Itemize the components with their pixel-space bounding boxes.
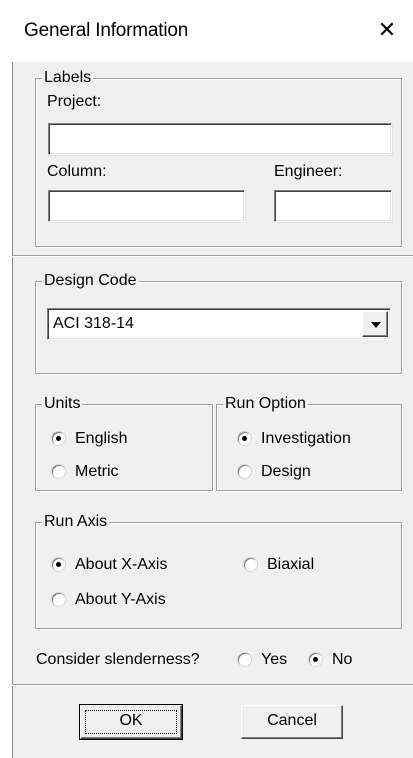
chevron-down-icon: [371, 322, 381, 328]
radio-selected-icon: [238, 432, 251, 445]
window-title: General Information: [24, 20, 189, 41]
radio-unselected-icon: [238, 653, 251, 666]
focus-rect: [85, 710, 177, 734]
radio-selected-icon: [52, 432, 65, 445]
cancel-button[interactable]: Cancel: [241, 705, 343, 739]
run-option-legend: Run Option: [223, 394, 308, 414]
radio-unselected-icon: [52, 593, 65, 606]
run-axis-group: Run Axis: [35, 512, 402, 629]
slenderness-yes-label: Yes: [261, 651, 288, 668]
units-metric-label: Metric: [75, 463, 119, 480]
radio-selected-icon: [309, 653, 322, 666]
radio-selected-icon: [52, 558, 65, 571]
general-information-dialog: General Information ✕ Labels Project: Co…: [12, 0, 413, 758]
slenderness-label: Consider slenderness?: [36, 651, 200, 668]
run-option-investigation-label: Investigation: [261, 430, 351, 447]
run-axis-about-x-label: About X-Axis: [75, 556, 168, 573]
run-option-design-label: Design: [261, 463, 311, 480]
engineer-field[interactable]: [274, 190, 392, 222]
units-english-label: English: [75, 430, 128, 447]
title-bar: General Information ✕: [12, 0, 413, 62]
run-axis-legend: Run Axis: [42, 512, 110, 532]
design-code-selected: ACI 318-14: [53, 315, 134, 332]
close-icon[interactable]: ✕: [372, 14, 402, 46]
dropdown-button[interactable]: [362, 311, 388, 337]
project-field[interactable]: [48, 123, 392, 155]
separator-top: [12, 255, 413, 257]
window-border: [12, 62, 13, 758]
column-label: Column:: [47, 163, 107, 180]
design-code-legend: Design Code: [42, 271, 139, 291]
run-axis-biaxial-label: Biaxial: [267, 556, 315, 573]
labels-legend: Labels: [42, 68, 94, 88]
separator-bottom: [12, 684, 413, 686]
radio-unselected-icon: [238, 465, 251, 478]
run-axis-about-y-label: About Y-Axis: [75, 591, 166, 608]
project-label: Project:: [47, 93, 102, 110]
engineer-label: Engineer:: [274, 163, 343, 180]
column-field[interactable]: [48, 190, 245, 222]
radio-unselected-icon: [52, 465, 65, 478]
cancel-button-label: Cancel: [267, 712, 317, 729]
slenderness-no-label: No: [332, 651, 353, 668]
units-legend: Units: [42, 394, 83, 414]
ok-button[interactable]: OK: [79, 704, 183, 740]
radio-unselected-icon: [244, 558, 257, 571]
design-code-select[interactable]: ACI 318-14: [47, 308, 391, 340]
